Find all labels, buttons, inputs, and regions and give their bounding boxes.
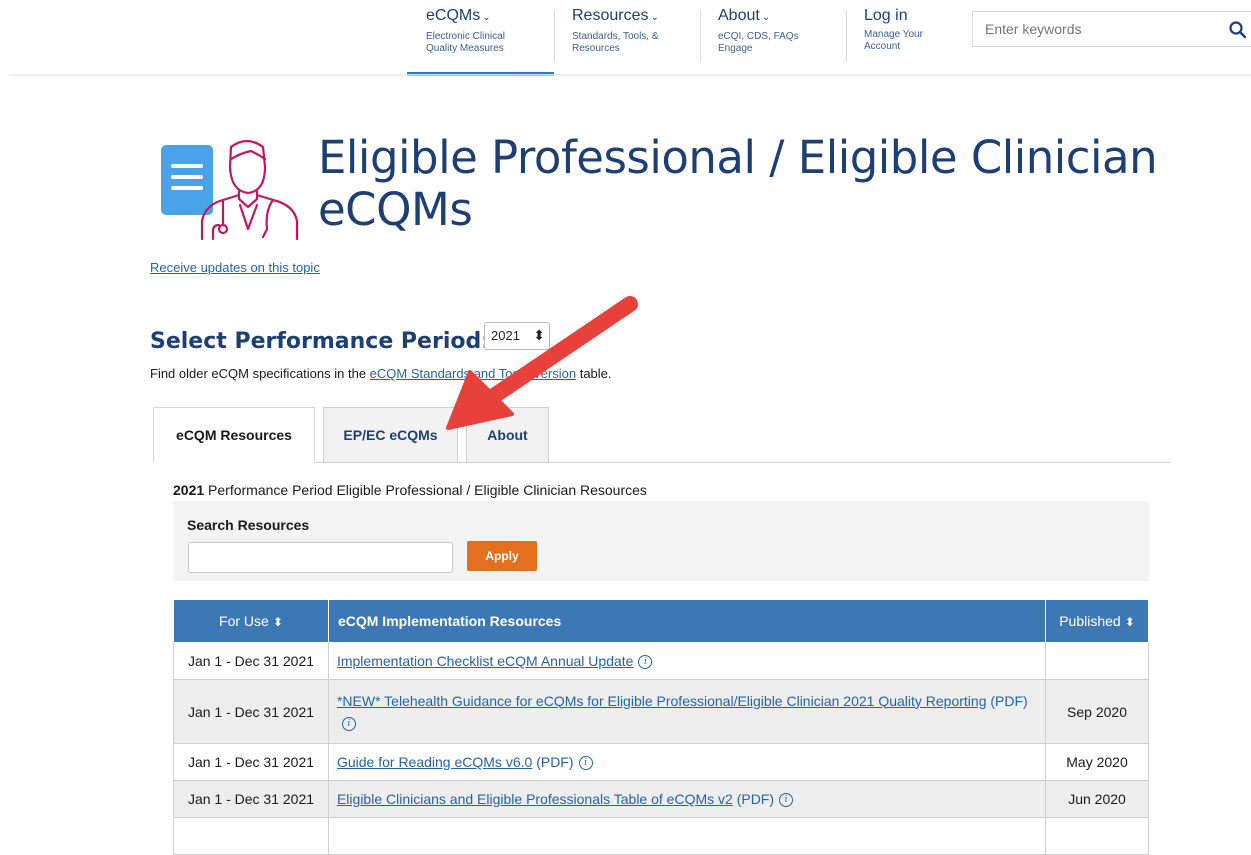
column-header-published[interactable]: Published ⬍ [1045,599,1149,643]
resources-caption: 2021 Performance Period Eligible Profess… [173,482,647,498]
pdf-label: (PDF) [990,692,1028,709]
chevron-down-icon: ⌄ [761,12,771,23]
search-resources-label: Search Resources [187,517,310,533]
resource-link[interactable]: Eligible Clinicians and Eligible Profess… [337,791,733,807]
ecqm-standards-tools-version-link[interactable]: eCQM Standards and Tools Version [370,366,576,381]
older-specs-suffix: table. [576,366,612,381]
info-icon[interactable]: i [341,716,356,731]
nav-item-ecqms-subtitle: Electronic Clinical Quality Measures [426,31,505,54]
search-resources-panel: Search Resources Apply [173,501,1149,581]
site-search [972,11,1251,47]
column-header-for-use-label: For Use [219,612,269,629]
resource-link[interactable]: Implementation Checklist eCQM Annual Upd… [337,653,633,669]
table-row: Jan 1 - Dec 31 2021 Eligible Clinicians … [173,780,1149,818]
list-document-icon [161,145,213,215]
performance-period-select[interactable]: 2021 ⬍ [484,322,550,350]
column-header-resources: eCQM Implementation Resources [327,599,1047,643]
nav-item-login-title[interactable]: Log in [864,6,944,26]
column-header-for-use[interactable]: For Use ⬍ [173,599,329,643]
performance-period-heading: Select Performance Period: [150,329,491,354]
page-title: Eligible Professional / Eligible Clinici… [318,131,1158,236]
search-resources-input[interactable] [188,542,453,573]
resource-link[interactable]: *NEW* Telehealth Guidance for eCQMs for … [337,693,987,709]
search-icon[interactable] [1228,20,1248,40]
tab-ecqm-resources[interactable]: eCQM Resources [153,407,315,463]
nav-item-login-subtitle: Manage Your Account [864,29,923,52]
cell-for-use: Jan 1 - Dec 31 2021 [173,743,329,781]
table-row: Jan 1 - Dec 31 2021 *NEW* Telehealth Gui… [173,679,1149,744]
info-icon[interactable]: i [638,655,653,670]
table-row: Jan 1 - Dec 31 2021 Implementation Check… [173,642,1149,680]
info-icon[interactable]: i [779,793,794,808]
cell-for-use: Jan 1 - Dec 31 2021 [173,642,329,680]
nav-shadow [10,74,1251,78]
table-row: Jan 1 - Dec 31 2021 Guide for Reading eC… [173,743,1149,781]
older-specs-note: Find older eCQM specifications in the eC… [150,366,612,381]
cell-for-use [173,817,329,855]
resources-caption-text: Performance Period Eligible Professional… [204,482,647,498]
cell-resource: Guide for Reading eCQMs v6.0 (PDF) i [327,743,1047,781]
nav-divider [554,10,555,62]
tab-about[interactable]: About [466,407,549,463]
older-specs-prefix: Find older eCQM specifications in the [150,366,370,381]
resources-table: For Use ⬍ eCQM Implementation Resources P… [173,599,1149,855]
nav-item-login[interactable]: Log in Manage Your Account [864,6,944,53]
nav-divider [700,10,701,62]
cell-resource: Eligible Clinicians and Eligible Profess… [327,780,1047,818]
cell-for-use: Jan 1 - Dec 31 2021 [173,780,329,818]
clinician-icon [200,139,299,241]
cell-for-use: Jan 1 - Dec 31 2021 [173,679,329,744]
receive-updates-link[interactable]: Receive updates on this topic [150,260,320,275]
performance-period-value: 2021 [491,328,520,343]
sort-icon[interactable]: ⬍ [273,615,283,629]
nav-item-about-title[interactable]: About [718,7,760,24]
clinician-document-icon [161,139,299,241]
pdf-label: (PDF) [736,790,775,807]
cell-published: Jun 2020 [1045,780,1149,818]
cell-resource: Implementation Checklist eCQM Annual Upd… [327,642,1047,680]
top-navigation: eCQMs ⌄ Electronic Clinical Quality Measu… [0,0,1251,78]
cell-published [1045,642,1149,680]
cell-resource: *NEW* Telehealth Guidance for eCQMs for … [327,679,1047,744]
cell-published [1045,817,1149,855]
select-updown-icon: ⬍ [533,327,545,343]
nav-item-about-subtitle: eCQI, CDS, FAQs Engage [718,31,799,54]
nav-item-about[interactable]: About ⌄ eCQI, CDS, FAQs Engage [718,6,813,55]
info-icon[interactable]: i [578,756,593,771]
apply-button[interactable]: Apply [467,541,537,571]
chevron-down-icon: ⌄ [482,12,491,23]
cell-published: May 2020 [1045,743,1149,781]
pdf-label: (PDF) [536,753,574,770]
resource-link[interactable]: Guide for Reading eCQMs v6.0 [337,754,532,770]
nav-item-resources-title[interactable]: Resources [572,7,648,24]
nav-item-ecqms[interactable]: eCQMs ⌄ Electronic Clinical Quality Measu… [426,6,536,55]
chevron-down-icon: ⌄ [650,12,659,23]
tab-ep-ec-ecqms[interactable]: EP/EC eCQMs [323,407,458,463]
table-header-row: For Use ⬍ eCQM Implementation Resources P… [173,599,1149,643]
nav-item-ecqms-title[interactable]: eCQMs [426,7,480,24]
sort-icon[interactable]: ⬍ [1125,615,1135,629]
resources-caption-year: 2021 [173,482,205,498]
cell-published: Sep 2020 [1045,679,1149,744]
column-header-published-label: Published [1059,612,1121,629]
table-row [173,817,1149,855]
nav-item-resources-subtitle: Standards, Tools, & Resources [572,31,659,54]
search-input[interactable] [973,12,1237,46]
cell-resource [327,817,1047,855]
nav-divider [846,10,847,62]
nav-item-resources[interactable]: Resources ⌄ Standards, Tools, & Resources [572,6,682,55]
